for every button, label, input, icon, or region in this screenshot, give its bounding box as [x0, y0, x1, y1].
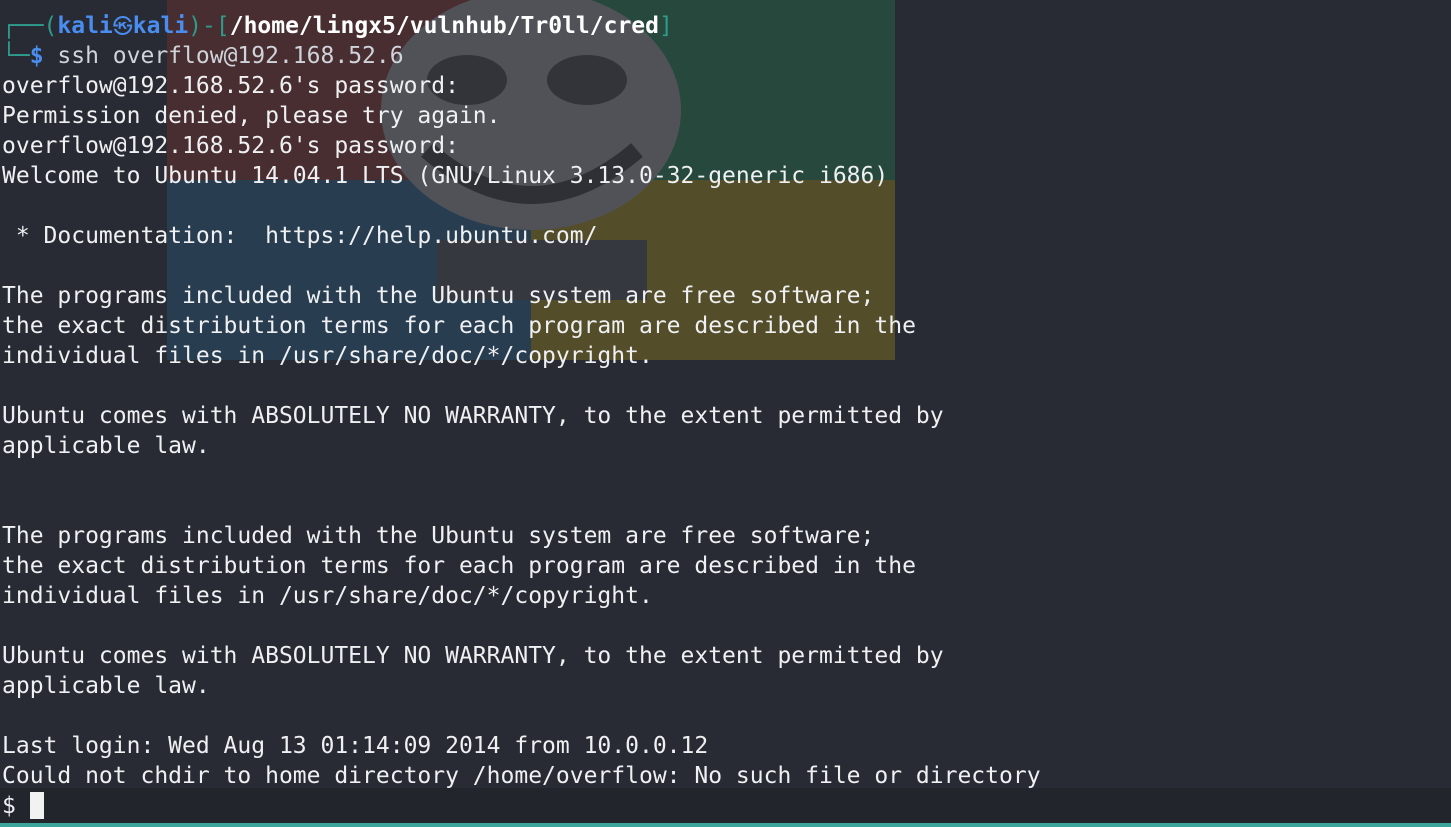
active-input-line[interactable]: $ — [0, 788, 1451, 824]
terminal-window[interactable]: ┌──(kali㉿kali)-[/home/lingx5/vulnhub/Tr0… — [0, 0, 1451, 827]
text-cursor — [30, 792, 44, 819]
prompt-host: kali — [132, 13, 189, 39]
kali-skull-icon: ㉿ — [112, 14, 133, 38]
output-line: overflow@192.168.52.6's password: — [2, 73, 459, 99]
kali-prompt-header: ┌──(kali㉿kali)-[/home/lingx5/vulnhub/Tr0… — [2, 11, 1041, 41]
prompt-dollar: $ — [29, 43, 44, 69]
ssh-command: ssh overflow@192.168.52.6 — [43, 43, 404, 69]
output-line: Permission denied, please try again. — [2, 103, 501, 129]
output-line: the exact distribution terms for each pr… — [2, 313, 916, 339]
output-line: Ubuntu comes with ABSOLUTELY NO WARRANTY… — [2, 643, 944, 669]
output-line: Ubuntu comes with ABSOLUTELY NO WARRANTY… — [2, 403, 944, 429]
prompt-frame: ] — [658, 13, 673, 39]
output-line: applicable law. — [2, 433, 210, 459]
output-line: The programs included with the Ubuntu sy… — [2, 523, 875, 549]
output-line: * Documentation: https://help.ubuntu.com… — [2, 223, 598, 249]
remote-shell-prompt: $ — [2, 793, 16, 819]
output-line: applicable law. — [2, 673, 210, 699]
output-line: Last login: Wed Aug 13 01:14:09 2014 fro… — [2, 733, 709, 759]
prompt-user: kali — [57, 13, 113, 39]
window-bottom-border — [0, 823, 1451, 827]
output-line: the exact distribution terms for each pr… — [2, 553, 916, 579]
output-line: individual files in /usr/share/doc/*/cop… — [2, 343, 653, 369]
kali-prompt-command: └─$ ssh overflow@192.168.52.6 — [2, 41, 1041, 71]
output-line: The programs included with the Ubuntu sy… — [2, 283, 875, 309]
output-line: Welcome to Ubuntu 14.04.1 LTS (GNU/Linux… — [2, 163, 889, 189]
prompt-frame: └─ — [2, 43, 30, 69]
prompt-frame: )-[ — [188, 13, 230, 39]
output-line: individual files in /usr/share/doc/*/cop… — [2, 583, 653, 609]
output-line: overflow@192.168.52.6's password: — [2, 133, 459, 159]
terminal-output: ┌──(kali㉿kali)-[/home/lingx5/vulnhub/Tr0… — [2, 11, 1041, 791]
prompt-cwd: /home/lingx5/vulnhub/Tr0ll/cred — [229, 13, 659, 39]
prompt-frame: ┌──( — [2, 13, 58, 39]
output-line: Could not chdir to home directory /home/… — [2, 763, 1041, 789]
